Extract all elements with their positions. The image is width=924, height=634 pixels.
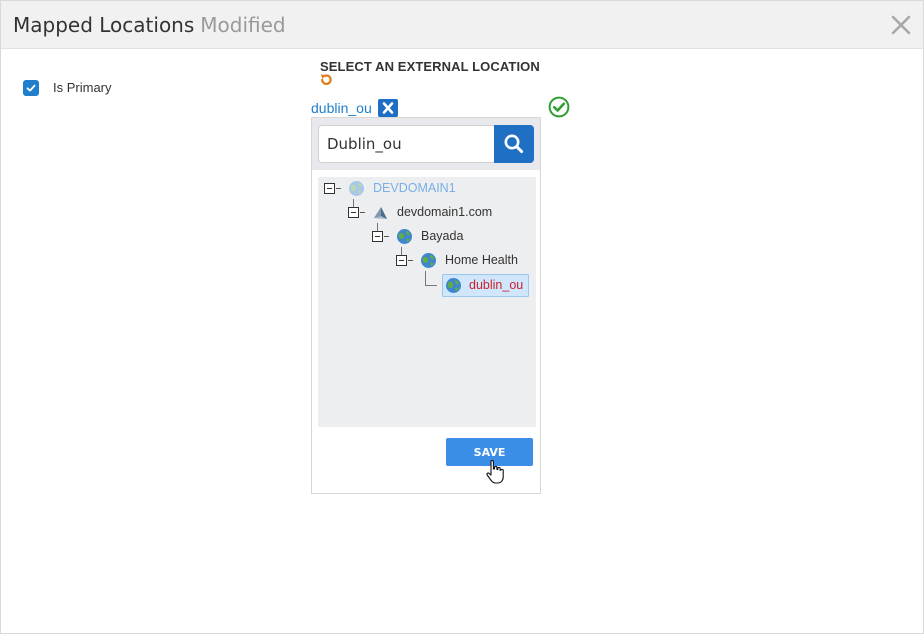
globe-icon xyxy=(348,180,365,197)
search-button[interactable] xyxy=(494,125,534,163)
tree-connector xyxy=(384,236,389,237)
dialog-title-text: Mapped Locations xyxy=(13,13,195,37)
location-picker-panel: DEVDOMAIN1 devdomain1.com xyxy=(311,117,541,494)
tree-node-label: DEVDOMAIN1 xyxy=(373,181,456,195)
globe-icon xyxy=(445,277,462,294)
tree-node-label: dublin_ou xyxy=(469,278,524,292)
search-bar xyxy=(312,118,540,170)
modified-status: Modified xyxy=(200,13,286,37)
close-button[interactable] xyxy=(889,13,913,37)
collapse-toggle[interactable] xyxy=(372,231,383,242)
hand-pointer-icon xyxy=(485,459,505,485)
domain-icon xyxy=(372,205,389,222)
close-icon xyxy=(891,15,911,35)
tree-node-dublin-ou[interactable]: dublin_ou xyxy=(318,274,536,297)
tree-node-home-health[interactable]: Home Health xyxy=(318,250,536,272)
is-primary-checkbox[interactable] xyxy=(23,80,39,96)
remove-icon xyxy=(382,102,394,114)
is-primary-label: Is Primary xyxy=(53,80,112,95)
tree-node-bayada[interactable]: Bayada xyxy=(318,226,536,248)
collapse-toggle[interactable] xyxy=(396,255,407,266)
tree-node-devdomain1-com[interactable]: devdomain1.com xyxy=(318,202,536,224)
tree-node-devdomain1[interactable]: DEVDOMAIN1 xyxy=(318,178,536,200)
tree-node-label: devdomain1.com xyxy=(397,205,493,219)
mapped-locations-dialog: Mapped Locations Modified Is Primary SELE… xyxy=(0,0,924,634)
tree-connector xyxy=(360,212,365,213)
dialog-title: Mapped Locations Modified xyxy=(13,13,286,37)
dialog-header: Mapped Locations Modified xyxy=(1,1,923,49)
collapse-toggle[interactable] xyxy=(324,183,335,194)
tree-node-label: Bayada xyxy=(421,229,464,243)
tree-connector xyxy=(336,188,341,189)
tree-node-label: Home Health xyxy=(445,253,518,267)
checkmark-icon xyxy=(26,84,36,92)
selected-location-tag: dublin_ou xyxy=(311,100,372,116)
location-search-input[interactable] xyxy=(318,125,496,163)
section-title: SELECT AN EXTERNAL LOCATION xyxy=(320,59,540,74)
collapse-toggle[interactable] xyxy=(348,207,359,218)
globe-icon xyxy=(420,252,437,269)
globe-icon xyxy=(396,228,413,245)
refresh-icon[interactable] xyxy=(319,73,333,87)
location-tree: DEVDOMAIN1 devdomain1.com Bayada Home He… xyxy=(318,177,536,427)
remove-tag-button[interactable] xyxy=(378,99,398,117)
search-icon xyxy=(504,134,524,154)
check-circle-icon xyxy=(548,96,570,118)
tree-connector xyxy=(408,260,413,261)
